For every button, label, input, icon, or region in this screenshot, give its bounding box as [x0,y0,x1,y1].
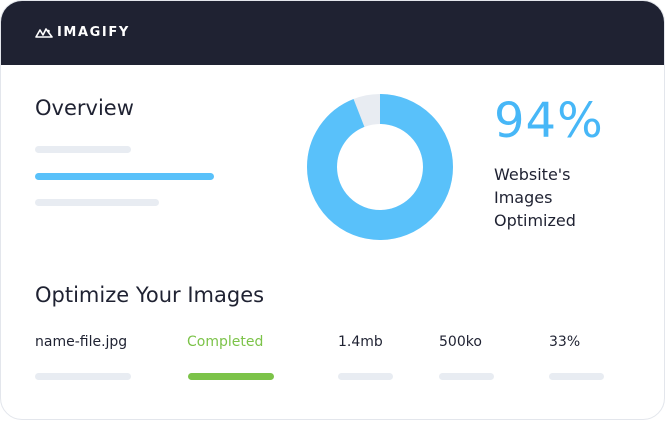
savings-percent: 33% [549,334,581,350]
placeholder-bar-highlight [35,173,214,180]
brand-logo: IMAGIFY [35,25,130,40]
placeholder-bar [35,199,159,206]
brand-name: IMAGIFY [57,25,130,40]
optimized-percent: 94% [494,93,604,149]
header-bar: IMAGIFY [1,1,664,65]
percent-label-line: Images [494,188,553,207]
status-text: Completed [187,334,264,350]
placeholder-bar [338,373,393,380]
imagify-logo-icon [35,27,53,38]
donut-optimized-arc [307,94,453,240]
overview-title: Overview [35,96,134,120]
placeholder-bar [439,373,494,380]
percent-label-line: Optimized [494,211,576,230]
status-progress-bar [188,373,274,380]
percent-label-line: Website's [494,165,571,184]
optimized-percent-label: Website's Images Optimized [494,163,624,232]
placeholder-bar [549,373,604,380]
placeholder-bar [35,373,131,380]
original-size: 1.4mb [338,334,383,350]
optimize-images-title: Optimize Your Images [35,283,265,307]
optimized-size: 500ko [439,334,482,350]
file-name: name-file.jpg [35,334,128,350]
optimization-donut-chart [307,94,453,240]
imagify-overview-card: IMAGIFY Overview 94% Website's Images Op… [0,0,665,420]
placeholder-bar [35,146,131,153]
